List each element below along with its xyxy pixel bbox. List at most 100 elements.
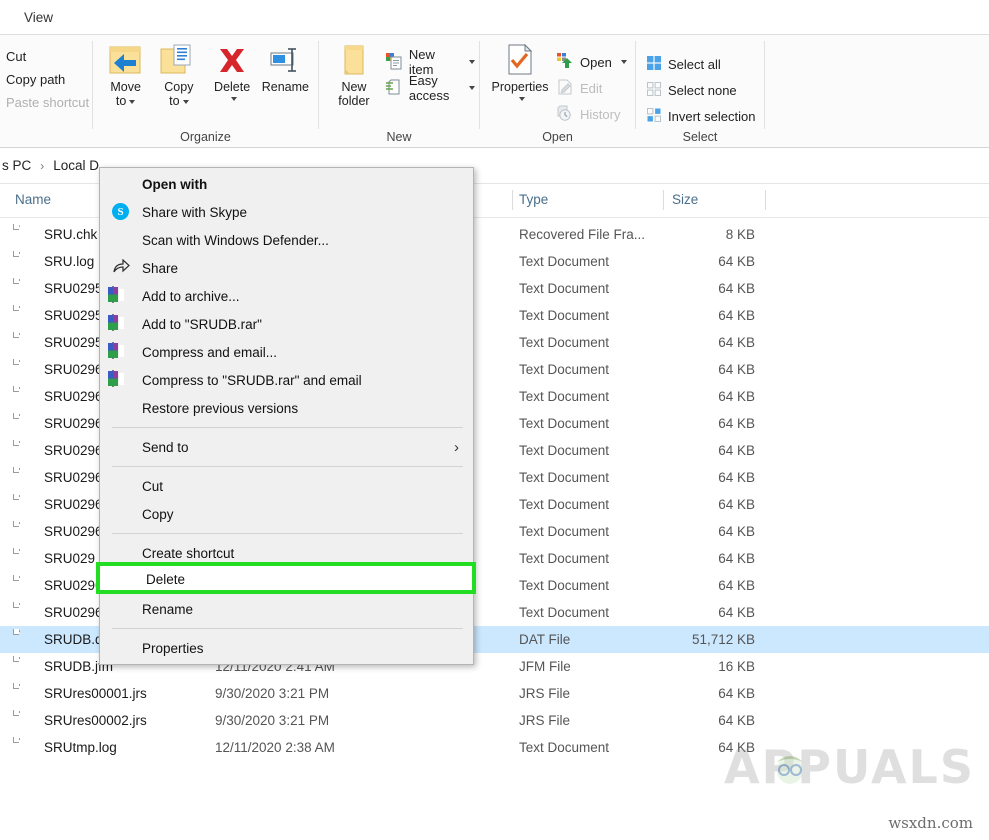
column-divider[interactable] [765,190,766,210]
organize-group-title: Organize [180,130,231,144]
table-row[interactable]: SRUtmp.log 12/11/2020 2:38 AM Text Documen… [0,734,989,761]
menu-separator [112,628,463,629]
chevron-right-icon: › [454,438,459,456]
file-name-cell: SRU0296 [44,497,103,512]
file-size-cell: 64 KB [718,686,755,701]
column-divider[interactable] [512,190,513,210]
chevron-down-icon[interactable] [620,60,627,64]
file-type-cell: Text Document [519,362,610,377]
easy-access-button[interactable]: Easy access [385,73,475,103]
table-row[interactable]: SRUres00001.jrs 9/30/2020 3:21 PM JRS File… [0,680,989,707]
breadcrumb-this-pc[interactable]: s PC [0,158,33,173]
chevron-down-icon[interactable] [518,97,525,101]
group-divider [764,41,765,129]
wsxdn-watermark: wsxdn.com [888,814,973,832]
file-name-cell: SRU0296 [44,389,103,404]
winrar-icon [112,286,130,305]
ribbon-group-open: Properties Open Edit History Open [480,35,635,148]
menu-item-restore-previous-versions[interactable]: Restore previous versions [100,394,473,422]
menu-item-rename[interactable]: Rename [100,595,473,623]
skype-icon: S [112,203,130,221]
new-group-title: New [386,130,412,144]
select-none-button[interactable]: Select none [646,77,755,103]
tab-view[interactable]: View [14,6,63,29]
file-type-cell: Text Document [519,335,610,350]
menu-item-share-with-skype[interactable]: S Share with Skype [100,198,473,226]
new-item-button[interactable]: New item [385,47,475,77]
invert-selection-button[interactable]: Invert selection [646,103,755,129]
invert-selection-label: Invert selection [668,108,756,124]
share-icon [112,258,130,277]
menu-item-add-to-srudb-rar[interactable]: Add to "SRUDB.rar" [100,310,473,338]
chevron-down-icon[interactable] [230,97,237,101]
copy-to-label-2: to [169,94,180,108]
file-size-cell: 64 KB [718,335,755,350]
menu-item-cut[interactable]: Cut [100,472,473,500]
appuals-mascot-icon [769,746,811,788]
chevron-down-icon[interactable] [129,99,136,104]
menu-separator [112,466,463,467]
delete-label: Delete [214,80,251,94]
column-divider[interactable] [663,190,664,210]
file-date-cell: 9/30/2020 3:21 PM [215,713,330,728]
chevron-down-icon[interactable] [469,60,475,64]
file-name-cell: SRU.chk [44,227,98,242]
column-header-type[interactable]: Type [519,192,548,207]
file-type-cell: Text Document [519,551,610,566]
move-to-icon [106,43,146,77]
file-size-cell: 64 KB [718,443,755,458]
file-type-cell: JRS File [519,686,571,701]
menu-item-label: Add to "SRUDB.rar" [142,316,262,332]
copy-to-button[interactable]: Copy to [152,43,205,108]
menu-item-properties[interactable]: Properties [100,634,473,662]
menu-separator [112,427,463,428]
cut-button[interactable]: Cut [6,49,89,64]
file-date-cell: 9/30/2020 3:21 PM [215,686,330,701]
menu-item-label: Send to [142,439,189,455]
open-icon [556,52,574,73]
file-size-cell: 51,712 KB [691,632,755,647]
file-type-cell: JFM File [519,659,571,674]
highlight-target-label[interactable]: Delete [146,572,185,587]
table-row[interactable]: SRUres00002.jrs 9/30/2020 3:21 PM JRS File… [0,707,989,734]
rename-button[interactable]: Rename [259,43,312,94]
chevron-down-icon[interactable] [182,99,189,104]
column-header-name[interactable]: Name [15,192,51,207]
new-folder-button[interactable]: New folder [329,43,379,108]
file-size-cell: 64 KB [718,416,755,431]
menu-item-compress-and-email[interactable]: Compress and email... [100,338,473,366]
move-to-label-2: to [115,94,127,108]
menu-item-label: Restore previous versions [142,400,299,416]
file-name-cell: SRU0296 [44,416,103,431]
file-size-cell: 64 KB [718,362,755,377]
copy-to-icon [158,43,200,77]
ribbon-group-clipboard: Cut Copy path Paste shortcut [0,35,92,148]
select-group-title: Select [682,130,718,144]
open-label: Open [580,54,612,70]
menu-item-compress-to-srudb-rar-and-email[interactable]: Compress to "SRUDB.rar" and email [100,366,473,394]
ribbon-group-select: Select all Select none Invert selection … [636,35,764,148]
breadcrumb-local-disk[interactable]: Local D [51,158,101,173]
menu-item-add-to-archive[interactable]: Add to archive... [100,282,473,310]
menu-item-copy[interactable]: Copy [100,500,473,528]
open-button[interactable]: Open [556,49,627,75]
edit-button: Edit [556,75,627,101]
column-header-size[interactable]: Size [672,192,698,207]
menu-item-share[interactable]: Share [100,254,473,282]
menu-item-send-to[interactable]: Send to › [100,433,473,461]
file-name-cell: SRU0296 [44,443,103,458]
delete-button[interactable]: Delete [206,43,259,104]
copy-path-button[interactable]: Copy path [6,72,89,87]
file-name-cell: SRU0296 [44,605,103,620]
select-all-button[interactable]: Select all [646,51,755,77]
file-name-cell: SRU0295 [44,281,103,296]
move-to-button[interactable]: Move to [99,43,152,108]
chevron-down-icon[interactable] [469,86,475,90]
menu-item-open-with[interactable]: Open with [100,170,473,198]
properties-button[interactable]: Properties [488,43,552,104]
menu-item-label: Share [142,260,179,276]
file-type-cell: JRS File [519,713,571,728]
file-size-cell: 64 KB [718,524,755,539]
menu-item-label: Create shortcut [142,545,235,561]
menu-item-scan-with-windows-defender[interactable]: Scan with Windows Defender... [100,226,473,254]
